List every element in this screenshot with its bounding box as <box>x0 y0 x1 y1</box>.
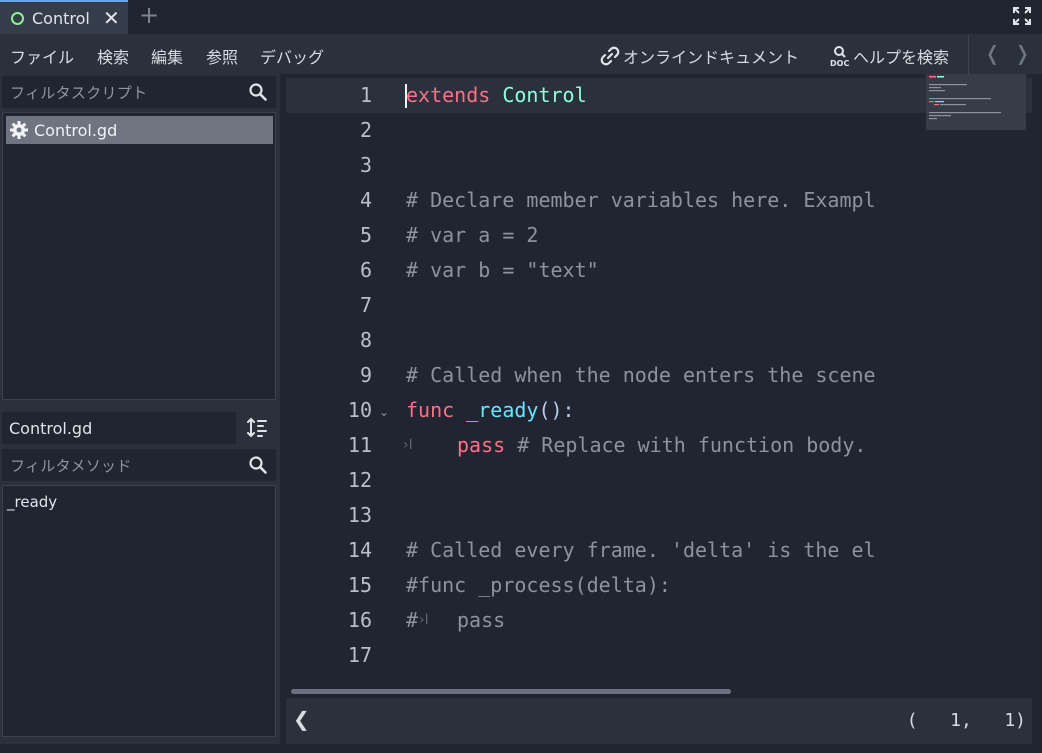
code-line-5: # var a = 2 <box>406 223 539 247</box>
history-navigation: ❬ ❭ <box>968 34 1042 74</box>
search-icon <box>249 83 267 101</box>
keyword: pass <box>457 433 506 457</box>
code-line-16-hash: # <box>406 608 419 632</box>
cursor-position: ( 1, 1) <box>906 710 1026 731</box>
line-number: 3 <box>359 153 372 177</box>
line-number: 6 <box>359 258 372 282</box>
keyword: func <box>406 398 455 422</box>
code-minimap[interactable] <box>926 74 1026 130</box>
line-number: 7 <box>359 293 372 317</box>
keyword: extends <box>406 83 491 107</box>
line-number: 4 <box>359 188 372 212</box>
svg-text:DOC: DOC <box>830 59 849 67</box>
menu-edit[interactable]: 編集 <box>151 44 183 68</box>
search-help-label: ヘルプを検索 <box>853 48 950 67</box>
search-help-button[interactable]: DOC ヘルプを検索 <box>829 44 949 68</box>
comment: # Replace with function body. <box>517 433 867 457</box>
help-search-icon: DOC <box>830 46 849 67</box>
menu-goto[interactable]: 参照 <box>206 44 238 68</box>
code-line-10: func _ready(): <box>406 398 575 422</box>
line-number: 17 <box>347 643 372 667</box>
tab-indent-marker: ›I <box>403 437 413 453</box>
window-bottom-edge <box>0 744 1042 753</box>
line-number: 5 <box>359 223 372 247</box>
line-number: 14 <box>347 538 372 562</box>
menu-debug[interactable]: デバッグ <box>260 44 324 68</box>
type-name: Control <box>502 83 587 107</box>
code-line-14: # Called every frame. 'delta' is the el <box>406 538 876 562</box>
tab-title: Control <box>32 8 90 28</box>
tab-indent-marker: ›I <box>419 612 429 628</box>
code-line-6: # var b = "text" <box>406 258 599 282</box>
code-line-15: #func _process(delta): <box>406 573 671 597</box>
line-number: 2 <box>359 118 372 142</box>
add-tab-button[interactable]: + <box>139 1 159 29</box>
filter-scripts-placeholder: フィルタスクリプト <box>10 83 148 102</box>
line-number: 16 <box>347 608 372 632</box>
code-line-9: # Called when the node enters the scene <box>406 363 876 387</box>
scene-tab-bar: Control ✕ + <box>0 0 1042 34</box>
tab-control[interactable]: Control ✕ <box>0 0 128 34</box>
fold-arrow-icon[interactable]: ⌄ <box>379 405 389 419</box>
gear-icon <box>10 121 28 139</box>
line-number: 15 <box>347 573 372 597</box>
line-number: 12 <box>347 468 372 492</box>
script-list-item[interactable]: Control.gd <box>6 116 273 144</box>
current-script-field: Control.gd <box>2 412 236 444</box>
filter-methods-input[interactable]: フィルタメソッド <box>2 449 276 481</box>
history-back-button[interactable]: ❬ <box>984 41 1001 65</box>
menu-file[interactable]: ファイル <box>10 44 74 68</box>
line-number: 10 <box>347 398 372 422</box>
line-number: 11 <box>347 433 372 457</box>
menu-search[interactable]: 検索 <box>97 44 129 68</box>
code-line-4: # Declare member variables here. Exampl <box>406 188 876 212</box>
horizontal-scrollbar[interactable] <box>291 689 731 694</box>
control-node-icon <box>11 11 24 25</box>
punctuation: (): <box>538 398 575 422</box>
line-number: 1 <box>359 83 372 107</box>
online-docs-label: オンラインドキュメント <box>623 48 800 67</box>
history-forward-button[interactable]: ❭ <box>1014 41 1031 65</box>
sort-icon[interactable] <box>246 416 270 440</box>
line-number: 8 <box>359 328 372 352</box>
search-icon <box>249 456 267 474</box>
line-number: 13 <box>347 503 372 527</box>
script-menu-bar: ファイル 検索 編集 参照 デバッグ オンラインドキュメント DOC ヘルプを検… <box>0 34 1042 74</box>
code-editor[interactable]: 1 2 3 4 5 6 7 8 9 10 11 12 13 14 15 16 1… <box>286 74 1032 698</box>
filter-scripts-input[interactable]: フィルタスクリプト <box>2 76 276 108</box>
current-script-name: Control.gd <box>9 418 93 438</box>
code-line-16: pass <box>457 608 506 632</box>
current-line-highlight <box>286 78 1032 113</box>
online-docs-button[interactable]: オンラインドキュメント <box>600 44 799 68</box>
method-list-item[interactable]: _ready <box>7 493 57 511</box>
line-number: 9 <box>359 363 372 387</box>
editor-status-bar: ❮ ( 1, 1) <box>286 698 1032 744</box>
function-name: _ready <box>466 398 539 422</box>
code-line-1: extends Control <box>406 83 587 107</box>
toggle-panel-button[interactable]: ❮ <box>293 707 310 731</box>
method-list: _ready <box>2 485 276 737</box>
filter-methods-placeholder: フィルタメソッド <box>10 456 132 475</box>
script-name: Control.gd <box>34 120 118 140</box>
text-cursor <box>405 84 407 108</box>
code-line-11: pass # Replace with function body. <box>457 433 866 457</box>
script-list: Control.gd <box>2 112 276 400</box>
close-tab-icon[interactable]: ✕ <box>103 6 120 30</box>
script-sidebar: フィルタスクリプト Control.gd Control.gd フィルタメソッド… <box>0 74 280 753</box>
link-icon <box>600 46 620 66</box>
fullscreen-icon[interactable] <box>1012 6 1032 26</box>
